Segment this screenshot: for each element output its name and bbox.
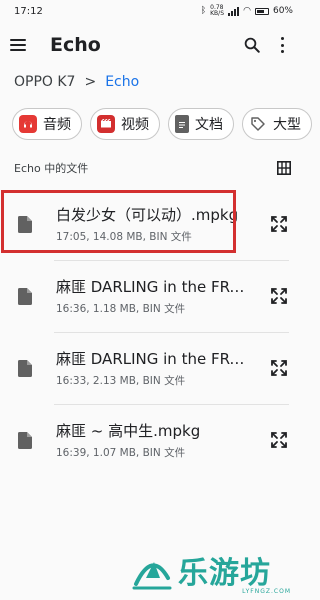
file-text: 麻匪 DARLING in the FRANXX.mpkg 16:33, 2.1…: [56, 348, 251, 388]
battery-icon: [254, 7, 269, 15]
watermark-text: 乐游坊: [178, 556, 271, 591]
file-meta: 17:05, 14.08 MB, BIN 文件: [56, 231, 192, 243]
video-icon: [97, 115, 115, 133]
signal-icon: [228, 6, 240, 16]
app-title: Echo: [50, 34, 101, 56]
expand-icon[interactable]: [269, 214, 289, 234]
file-icon: [18, 359, 32, 377]
watermark-logo-icon: [132, 562, 172, 590]
file-row[interactable]: 白发少女（可以动）.mpkg 17:05, 14.08 MB, BIN 文件: [0, 188, 303, 260]
file-icon: [18, 287, 32, 305]
grid-view-icon[interactable]: [277, 161, 291, 175]
chip-document[interactable]: 文档: [168, 108, 234, 140]
file-name: 麻匪 DARLING in the FRANXX.mpkg: [56, 350, 251, 368]
hamburger-menu-icon[interactable]: [10, 39, 26, 51]
bluetooth-icon: ᛒ: [200, 6, 207, 16]
file-icon: [18, 215, 32, 233]
file-meta: 16:36, 1.18 MB, BIN 文件: [56, 303, 186, 315]
file-meta: 16:33, 2.13 MB, BIN 文件: [56, 375, 186, 387]
more-vert-icon[interactable]: [279, 37, 285, 53]
status-icons: ᛒ 0.78 KB/S ◠ 60%: [201, 5, 293, 17]
section-header: Echo 中的文件: [14, 160, 291, 176]
file-name: 麻匪 DARLING in the FRANXX.mpkg: [56, 278, 251, 296]
document-icon: [175, 115, 189, 133]
network-speed: 0.78 KB/S: [210, 4, 225, 17]
breadcrumb-separator: >: [84, 74, 97, 90]
file-row[interactable]: 麻匪 DARLING in the FRANXX.mpkg 16:36, 1.1…: [0, 260, 303, 332]
expand-icon[interactable]: [269, 430, 289, 450]
file-meta: 16:39, 1.07 MB, BIN 文件: [56, 447, 186, 459]
section-title: Echo 中的文件: [14, 162, 89, 175]
watermark: 乐游坊: [130, 548, 271, 592]
file-row[interactable]: 麻匪 DARLING in the FRANXX.mpkg 16:33, 2.1…: [0, 332, 303, 404]
file-row[interactable]: 麻匪 ~ 高中生.mpkg 16:39, 1.07 MB, BIN 文件: [0, 404, 303, 476]
chip-large-label: 大型: [273, 117, 301, 133]
status-time: 17:12: [14, 5, 43, 17]
chip-video-label: 视频: [121, 117, 149, 133]
breadcrumb: OPPO K7 > Echo: [14, 74, 139, 90]
watermark-sub: LYFNGZ.COM: [242, 588, 291, 595]
search-icon[interactable]: [243, 36, 261, 54]
status-bar: 17:12 ᛒ 0.78 KB/S ◠ 60%: [0, 0, 303, 22]
category-chips: 音频 视频 文档 大型: [12, 108, 312, 140]
file-text: 麻匪 ~ 高中生.mpkg 16:39, 1.07 MB, BIN 文件: [56, 420, 251, 460]
battery-level: 60%: [272, 6, 293, 16]
tag-icon: [249, 115, 267, 133]
chip-audio-label: 音频: [43, 117, 71, 133]
chip-document-label: 文档: [195, 117, 223, 133]
file-text: 白发少女（可以动）.mpkg 17:05, 14.08 MB, BIN 文件: [56, 204, 251, 244]
breadcrumb-root[interactable]: OPPO K7: [14, 74, 75, 90]
expand-icon[interactable]: [269, 286, 289, 306]
breadcrumb-current[interactable]: Echo: [105, 74, 139, 90]
file-icon: [18, 431, 32, 449]
file-list: 白发少女（可以动）.mpkg 17:05, 14.08 MB, BIN 文件 麻…: [0, 188, 303, 476]
chip-video[interactable]: 视频: [90, 108, 160, 140]
file-name: 白发少女（可以动）.mpkg: [56, 206, 239, 224]
file-text: 麻匪 DARLING in the FRANXX.mpkg 16:36, 1.1…: [56, 276, 251, 316]
app-bar: Echo: [0, 24, 303, 66]
chip-audio[interactable]: 音频: [12, 108, 82, 140]
chip-large[interactable]: 大型: [242, 108, 312, 140]
audio-icon: [19, 115, 37, 133]
wifi-icon: ◠: [243, 6, 251, 16]
file-name: 麻匪 ~ 高中生.mpkg: [56, 422, 201, 440]
expand-icon[interactable]: [269, 358, 289, 378]
